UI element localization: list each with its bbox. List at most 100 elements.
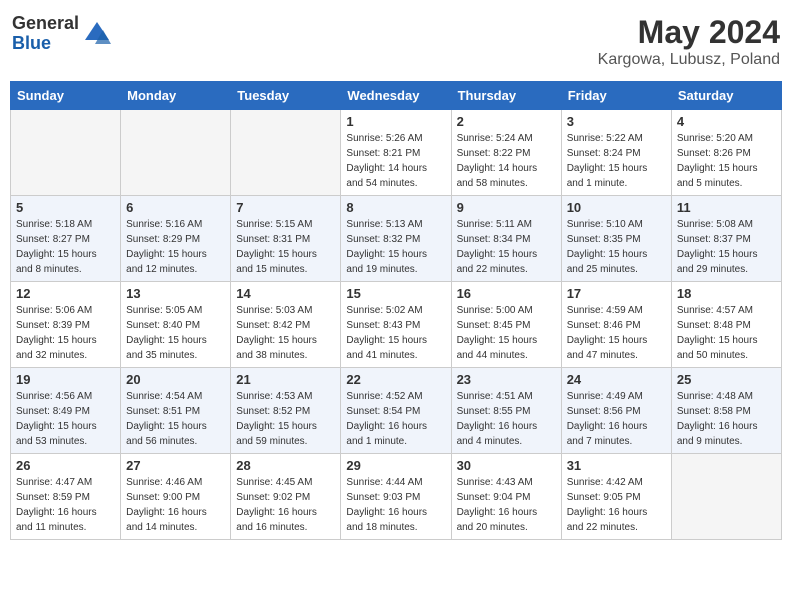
weekday-header-monday: Monday bbox=[121, 82, 231, 110]
calendar-cell: 14 Sunrise: 5:03 AM Sunset: 8:42 PM Dayli… bbox=[231, 282, 341, 368]
calendar-cell: 9Sunrise: 5:11 AM Sunset: 8:34 PM Daylig… bbox=[451, 196, 561, 282]
day-number: 7 bbox=[236, 200, 335, 215]
day-info: Sunrise: 5:10 AM Sunset: 8:35 PM Dayligh… bbox=[567, 217, 666, 277]
day-info: Sunrise: 5:20 AM Sunset: 8:26 PM Dayligh… bbox=[677, 131, 776, 191]
day-number: 13 bbox=[126, 286, 225, 301]
calendar-table: SundayMondayTuesdayWednesdayThursdayFrid… bbox=[10, 81, 782, 540]
calendar-cell: 20Sunrise: 4:54 AM Sunset: 8:51 PM Dayli… bbox=[121, 368, 231, 454]
day-info: Sunrise: 4:56 AM Sunset: 8:49 PM Dayligh… bbox=[16, 389, 115, 449]
day-info: Sunrise: 4:44 AM Sunset: 9:03 PM Dayligh… bbox=[346, 475, 445, 535]
calendar-cell: 21 Sunrise: 4:53 AM Sunset: 8:52 PM Dayli… bbox=[231, 368, 341, 454]
calendar-cell: 19 Sunrise: 4:56 AM Sunset: 8:49 PM Dayli… bbox=[11, 368, 121, 454]
calendar-cell: 29 Sunrise: 4:44 AM Sunset: 9:03 PM Dayli… bbox=[341, 454, 451, 540]
calendar-cell: 4 Sunrise: 5:20 AM Sunset: 8:26 PM Daylig… bbox=[671, 110, 781, 196]
day-number: 23 bbox=[457, 372, 556, 387]
day-number: 5 bbox=[16, 200, 115, 215]
day-info: Sunrise: 5:08 AM Sunset: 8:37 PM Dayligh… bbox=[677, 217, 776, 277]
day-info: Sunrise: 5:02 AM Sunset: 8:43 PM Dayligh… bbox=[346, 303, 445, 363]
main-title: May 2024 bbox=[598, 14, 780, 51]
day-info: Sunrise: 5:13 AM Sunset: 8:32 PM Dayligh… bbox=[346, 217, 445, 277]
calendar-week-row: 12 Sunrise: 5:06 AM Sunset: 8:39 PM Dayli… bbox=[11, 282, 782, 368]
logo-icon bbox=[83, 20, 111, 48]
calendar-cell: 24 Sunrise: 4:49 AM Sunset: 8:56 PM Dayli… bbox=[561, 368, 671, 454]
weekday-header-tuesday: Tuesday bbox=[231, 82, 341, 110]
calendar-cell: 7Sunrise: 5:15 AM Sunset: 8:31 PM Daylig… bbox=[231, 196, 341, 282]
calendar-cell: 15Sunrise: 5:02 AM Sunset: 8:43 PM Dayli… bbox=[341, 282, 451, 368]
calendar-cell: 5 Sunrise: 5:18 AM Sunset: 8:27 PM Daylig… bbox=[11, 196, 121, 282]
calendar-cell bbox=[121, 110, 231, 196]
day-info: Sunrise: 5:00 AM Sunset: 8:45 PM Dayligh… bbox=[457, 303, 556, 363]
day-info: Sunrise: 4:45 AM Sunset: 9:02 PM Dayligh… bbox=[236, 475, 335, 535]
logo: General Blue bbox=[12, 14, 111, 54]
day-number: 29 bbox=[346, 458, 445, 473]
calendar-cell bbox=[671, 454, 781, 540]
day-number: 6 bbox=[126, 200, 225, 215]
page-header: General Blue May 2024 Kargowa, Lubusz, P… bbox=[10, 10, 782, 73]
calendar-cell: 25 Sunrise: 4:48 AM Sunset: 8:58 PM Dayli… bbox=[671, 368, 781, 454]
day-info: Sunrise: 5:22 AM Sunset: 8:24 PM Dayligh… bbox=[567, 131, 666, 191]
day-number: 4 bbox=[677, 114, 776, 129]
day-number: 11 bbox=[677, 200, 776, 215]
calendar-week-row: 19 Sunrise: 4:56 AM Sunset: 8:49 PM Dayli… bbox=[11, 368, 782, 454]
day-info: Sunrise: 4:42 AM Sunset: 9:05 PM Dayligh… bbox=[567, 475, 666, 535]
day-info: Sunrise: 4:47 AM Sunset: 8:59 PM Dayligh… bbox=[16, 475, 115, 535]
day-number: 24 bbox=[567, 372, 666, 387]
calendar-cell: 30Sunrise: 4:43 AM Sunset: 9:04 PM Dayli… bbox=[451, 454, 561, 540]
day-info: Sunrise: 4:59 AM Sunset: 8:46 PM Dayligh… bbox=[567, 303, 666, 363]
day-number: 17 bbox=[567, 286, 666, 301]
weekday-header-wednesday: Wednesday bbox=[341, 82, 451, 110]
calendar-cell: 12 Sunrise: 5:06 AM Sunset: 8:39 PM Dayli… bbox=[11, 282, 121, 368]
calendar-cell: 27 Sunrise: 4:46 AM Sunset: 9:00 PM Dayli… bbox=[121, 454, 231, 540]
day-number: 26 bbox=[16, 458, 115, 473]
calendar-cell: 26 Sunrise: 4:47 AM Sunset: 8:59 PM Dayli… bbox=[11, 454, 121, 540]
weekday-header-friday: Friday bbox=[561, 82, 671, 110]
day-info: Sunrise: 4:57 AM Sunset: 8:48 PM Dayligh… bbox=[677, 303, 776, 363]
day-info: Sunrise: 5:03 AM Sunset: 8:42 PM Dayligh… bbox=[236, 303, 335, 363]
day-number: 8 bbox=[346, 200, 445, 215]
calendar-cell: 13 Sunrise: 5:05 AM Sunset: 8:40 PM Dayli… bbox=[121, 282, 231, 368]
day-info: Sunrise: 5:06 AM Sunset: 8:39 PM Dayligh… bbox=[16, 303, 115, 363]
calendar-cell bbox=[231, 110, 341, 196]
day-number: 22 bbox=[346, 372, 445, 387]
calendar-cell: 18 Sunrise: 4:57 AM Sunset: 8:48 PM Dayli… bbox=[671, 282, 781, 368]
calendar-cell: 23 Sunrise: 4:51 AM Sunset: 8:55 PM Dayli… bbox=[451, 368, 561, 454]
day-info: Sunrise: 4:51 AM Sunset: 8:55 PM Dayligh… bbox=[457, 389, 556, 449]
day-info: Sunrise: 4:53 AM Sunset: 8:52 PM Dayligh… bbox=[236, 389, 335, 449]
calendar-cell: 1Sunrise: 5:26 AM Sunset: 8:21 PM Daylig… bbox=[341, 110, 451, 196]
subtitle: Kargowa, Lubusz, Poland bbox=[598, 51, 780, 69]
calendar-cell: 8 Sunrise: 5:13 AM Sunset: 8:32 PM Daylig… bbox=[341, 196, 451, 282]
day-info: Sunrise: 5:05 AM Sunset: 8:40 PM Dayligh… bbox=[126, 303, 225, 363]
calendar-week-row: 26 Sunrise: 4:47 AM Sunset: 8:59 PM Dayli… bbox=[11, 454, 782, 540]
day-number: 19 bbox=[16, 372, 115, 387]
calendar-cell: 2 Sunrise: 5:24 AM Sunset: 8:22 PM Daylig… bbox=[451, 110, 561, 196]
day-info: Sunrise: 5:24 AM Sunset: 8:22 PM Dayligh… bbox=[457, 131, 556, 191]
day-number: 30 bbox=[457, 458, 556, 473]
day-number: 27 bbox=[126, 458, 225, 473]
day-number: 12 bbox=[16, 286, 115, 301]
day-number: 2 bbox=[457, 114, 556, 129]
logo-general: General bbox=[12, 14, 79, 34]
day-info: Sunrise: 4:49 AM Sunset: 8:56 PM Dayligh… bbox=[567, 389, 666, 449]
calendar-cell: 16 Sunrise: 5:00 AM Sunset: 8:45 PM Dayli… bbox=[451, 282, 561, 368]
calendar-cell bbox=[11, 110, 121, 196]
day-number: 16 bbox=[457, 286, 556, 301]
calendar-cell: 11 Sunrise: 5:08 AM Sunset: 8:37 PM Dayli… bbox=[671, 196, 781, 282]
day-number: 14 bbox=[236, 286, 335, 301]
day-number: 3 bbox=[567, 114, 666, 129]
day-number: 21 bbox=[236, 372, 335, 387]
day-info: Sunrise: 4:46 AM Sunset: 9:00 PM Dayligh… bbox=[126, 475, 225, 535]
calendar-cell: 31 Sunrise: 4:42 AM Sunset: 9:05 PM Dayli… bbox=[561, 454, 671, 540]
day-number: 18 bbox=[677, 286, 776, 301]
day-info: Sunrise: 5:16 AM Sunset: 8:29 PM Dayligh… bbox=[126, 217, 225, 277]
day-info: Sunrise: 5:18 AM Sunset: 8:27 PM Dayligh… bbox=[16, 217, 115, 277]
weekday-header-saturday: Saturday bbox=[671, 82, 781, 110]
calendar-cell: 10Sunrise: 5:10 AM Sunset: 8:35 PM Dayli… bbox=[561, 196, 671, 282]
day-info: Sunrise: 4:48 AM Sunset: 8:58 PM Dayligh… bbox=[677, 389, 776, 449]
day-number: 25 bbox=[677, 372, 776, 387]
day-info: Sunrise: 5:26 AM Sunset: 8:21 PM Dayligh… bbox=[346, 131, 445, 191]
weekday-header-thursday: Thursday bbox=[451, 82, 561, 110]
logo-blue: Blue bbox=[12, 34, 79, 54]
day-number: 31 bbox=[567, 458, 666, 473]
calendar-cell: 22Sunrise: 4:52 AM Sunset: 8:54 PM Dayli… bbox=[341, 368, 451, 454]
calendar-week-row: 1Sunrise: 5:26 AM Sunset: 8:21 PM Daylig… bbox=[11, 110, 782, 196]
